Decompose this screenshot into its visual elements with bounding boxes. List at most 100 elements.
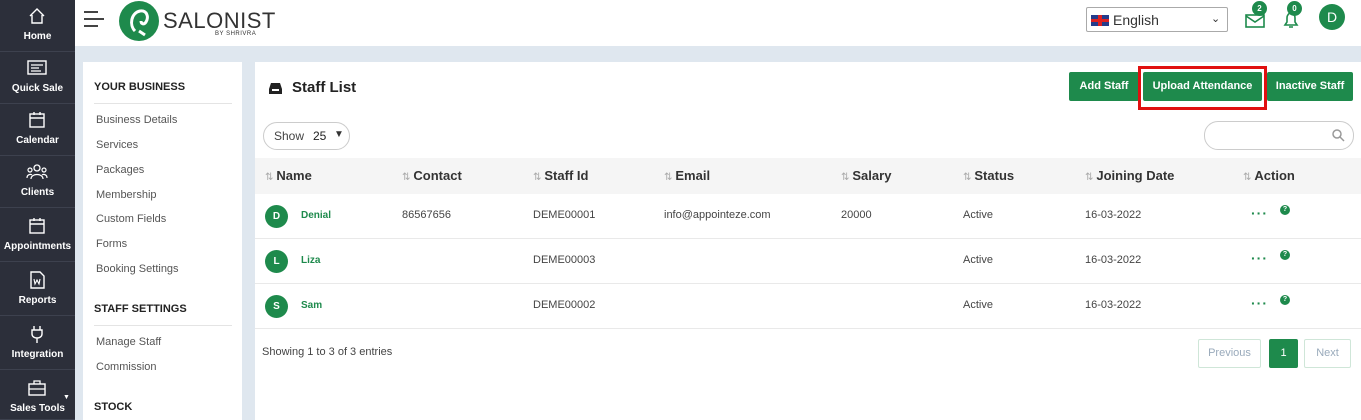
help-icon[interactable]: ?: [1280, 250, 1290, 260]
cell-staff-id: DEME00003: [533, 254, 596, 266]
column-header-contact[interactable]: ⇅ Contact: [402, 168, 462, 183]
sort-icon: ⇅: [963, 172, 972, 183]
cell-contact: 86567656: [402, 209, 451, 221]
staff-avatar: S: [265, 295, 288, 318]
staff-name-link[interactable]: Liza: [301, 255, 320, 266]
header-label: Status: [974, 168, 1015, 183]
cell-joining-date: 16-03-2022: [1085, 299, 1142, 311]
menu-item-forms[interactable]: Forms: [96, 238, 127, 250]
page-1-button[interactable]: 1: [1269, 339, 1298, 368]
nav-item-reports[interactable]: Reports: [0, 264, 75, 316]
nav-label: Sales Tools: [10, 403, 65, 414]
cell-status: Active: [963, 254, 993, 266]
language-value: English: [1113, 12, 1159, 28]
nav-item-integration[interactable]: Integration: [0, 318, 75, 370]
brand-logo-icon: [119, 1, 159, 41]
entries-summary: Showing 1 to 3 of 3 entries: [262, 346, 393, 358]
staff-name-link[interactable]: Sam: [301, 300, 322, 311]
uk-flag-icon: [1091, 15, 1109, 26]
inbox-icon: [269, 83, 282, 94]
calendar-icon: [29, 112, 45, 128]
menu-toggle-icon[interactable]: [84, 10, 104, 30]
table-row: D Denial 86567656 DEME00001 info@appoint…: [255, 194, 1361, 239]
nav-label: Appointments: [3, 241, 72, 252]
nav-item-quick-sale[interactable]: Quick Sale: [0, 52, 75, 104]
cell-joining-date: 16-03-2022: [1085, 209, 1142, 221]
sort-icon: ⇅: [841, 172, 850, 183]
menu-item-packages[interactable]: Packages: [96, 164, 144, 176]
menu-item-commission[interactable]: Commission: [96, 361, 157, 373]
help-icon[interactable]: ?: [1280, 295, 1290, 305]
bell-badge: 0: [1287, 1, 1302, 16]
nav-label: Home: [23, 31, 52, 42]
menu-item-services[interactable]: Services: [96, 139, 138, 151]
column-header-name[interactable]: ⇅ Name: [265, 168, 312, 183]
divider: [94, 103, 232, 104]
table-row: L Liza DEME00003 Active 16-03-2022 ··· ?: [255, 239, 1361, 284]
mail-badge: 2: [1252, 1, 1267, 16]
more-actions-icon[interactable]: ···: [1251, 295, 1268, 311]
nav-item-sales-tools[interactable]: Sales Tools ▼: [0, 372, 75, 420]
sort-icon: ⇅: [533, 172, 542, 183]
cell-status: Active: [963, 209, 993, 221]
search-icon[interactable]: [1331, 128, 1345, 142]
cell-status: Active: [963, 299, 993, 311]
header-label: Salary: [852, 168, 892, 183]
add-staff-button[interactable]: Add Staff: [1069, 72, 1139, 101]
left-navigation: Home Quick Sale Calendar Clients Appoint…: [0, 0, 75, 420]
calendar-icon: [29, 218, 45, 234]
nav-label: Reports: [18, 295, 57, 306]
more-actions-icon[interactable]: ···: [1251, 205, 1268, 221]
page-title: Staff List: [292, 79, 357, 96]
nav-label: Integration: [11, 349, 64, 360]
staff-name-link[interactable]: Denial: [301, 210, 331, 221]
staff-avatar: L: [265, 250, 288, 273]
brand-sub: BY SHRIVRA: [215, 31, 257, 37]
column-header-status[interactable]: ⇅ Status: [963, 168, 1014, 183]
menu-item-membership[interactable]: Membership: [96, 189, 157, 201]
next-page-button[interactable]: Next: [1304, 339, 1351, 368]
divider: [94, 325, 232, 326]
avatar[interactable]: D: [1319, 4, 1345, 30]
plug-icon: [31, 326, 43, 343]
staff-list-panel: Staff List Add Staff Upload Attendance I…: [255, 62, 1361, 420]
page-size-select[interactable]: Show 25 ▼: [263, 122, 350, 150]
column-header-salary[interactable]: ⇅ Salary: [841, 168, 891, 183]
help-icon[interactable]: ?: [1280, 205, 1290, 215]
section-your-business: YOUR BUSINESS: [94, 81, 186, 93]
menu-item-manage-staff[interactable]: Manage Staff: [96, 336, 161, 348]
nav-item-appointments[interactable]: Appointments: [0, 210, 75, 262]
search-input[interactable]: [1213, 126, 1328, 146]
column-header-email[interactable]: ⇅ Email: [664, 168, 710, 183]
column-header-action[interactable]: ⇅ Action: [1243, 168, 1295, 183]
menu-item-business-details[interactable]: Business Details: [96, 114, 177, 126]
inactive-staff-button[interactable]: Inactive Staff: [1267, 72, 1353, 101]
column-header-joining-date[interactable]: ⇅ Joining Date: [1085, 168, 1174, 183]
sort-icon: ⇅: [1243, 172, 1252, 183]
cell-staff-id: DEME00001: [533, 209, 596, 221]
top-bar: SALONIST BY SHRIVRA English ⌄ 2 0 D: [75, 0, 1361, 46]
cell-email: info@appointeze.com: [664, 209, 771, 221]
section-staff-settings: STAFF SETTINGS: [94, 303, 187, 315]
menu-item-custom-fields[interactable]: Custom Fields: [96, 213, 166, 225]
nav-item-calendar[interactable]: Calendar: [0, 104, 75, 156]
nav-item-clients[interactable]: Clients: [0, 156, 75, 208]
chevron-down-icon: ⌄: [1211, 13, 1221, 25]
nav-item-home[interactable]: Home: [0, 0, 75, 52]
nav-label: Quick Sale: [11, 83, 64, 94]
receipt-icon: [27, 60, 47, 75]
search-box[interactable]: [1204, 121, 1354, 150]
show-label: Show: [274, 129, 305, 143]
home-icon: [29, 8, 45, 24]
users-icon: [26, 164, 48, 180]
report-icon: [30, 271, 45, 289]
cell-salary: 20000: [841, 209, 872, 221]
header-label: Email: [675, 168, 711, 183]
previous-page-button[interactable]: Previous: [1198, 339, 1261, 368]
sort-icon: ⇅: [1085, 172, 1094, 183]
more-actions-icon[interactable]: ···: [1251, 250, 1268, 266]
cell-joining-date: 16-03-2022: [1085, 254, 1142, 266]
language-select[interactable]: English ⌄: [1086, 7, 1228, 32]
column-header-staff-id[interactable]: ⇅ Staff Id: [533, 168, 588, 183]
menu-item-booking-settings[interactable]: Booking Settings: [96, 263, 179, 275]
